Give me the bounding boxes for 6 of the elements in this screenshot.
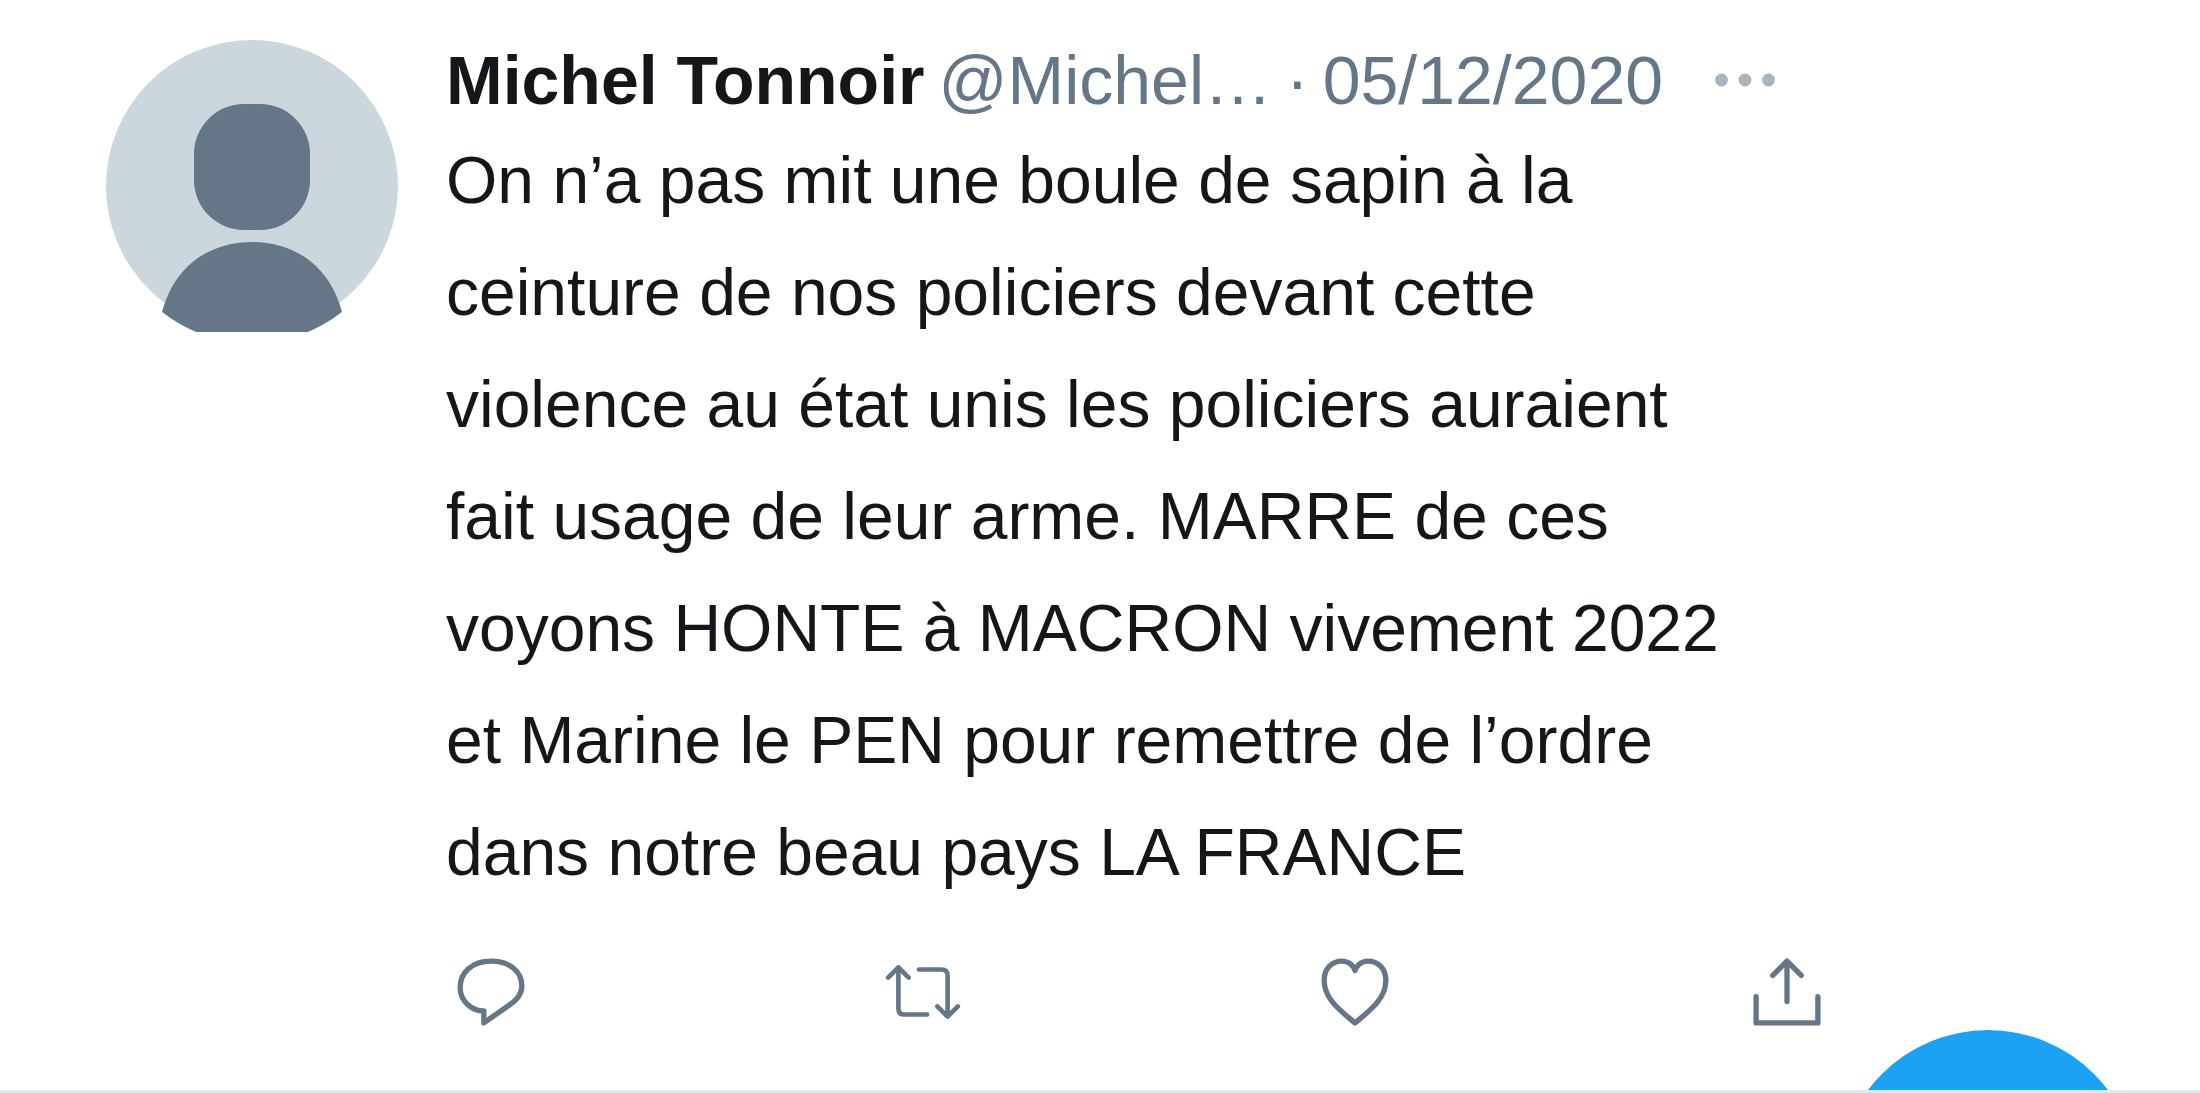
tweet-date[interactable]: 05/12/2020 bbox=[1322, 41, 1664, 119]
author-name[interactable]: Michel Tonnoir bbox=[446, 41, 925, 119]
avatar-silhouette[interactable] bbox=[106, 40, 398, 332]
tweet-text: On n’a pas mit une boule de sapin à la ceinture de nos policiers devant cette violence au état unis les policiers auraient fait usage de leur arme. MARRE de ces voyons HONTE à MACRON vivement 2022 et Marine le PEN pour remettre de l’ordre dans notre beau pays LA FRANCE bbox=[446, 142, 1720, 891]
separator: · bbox=[1286, 41, 1309, 119]
author-handle[interactable]: @Michel… bbox=[938, 41, 1273, 119]
